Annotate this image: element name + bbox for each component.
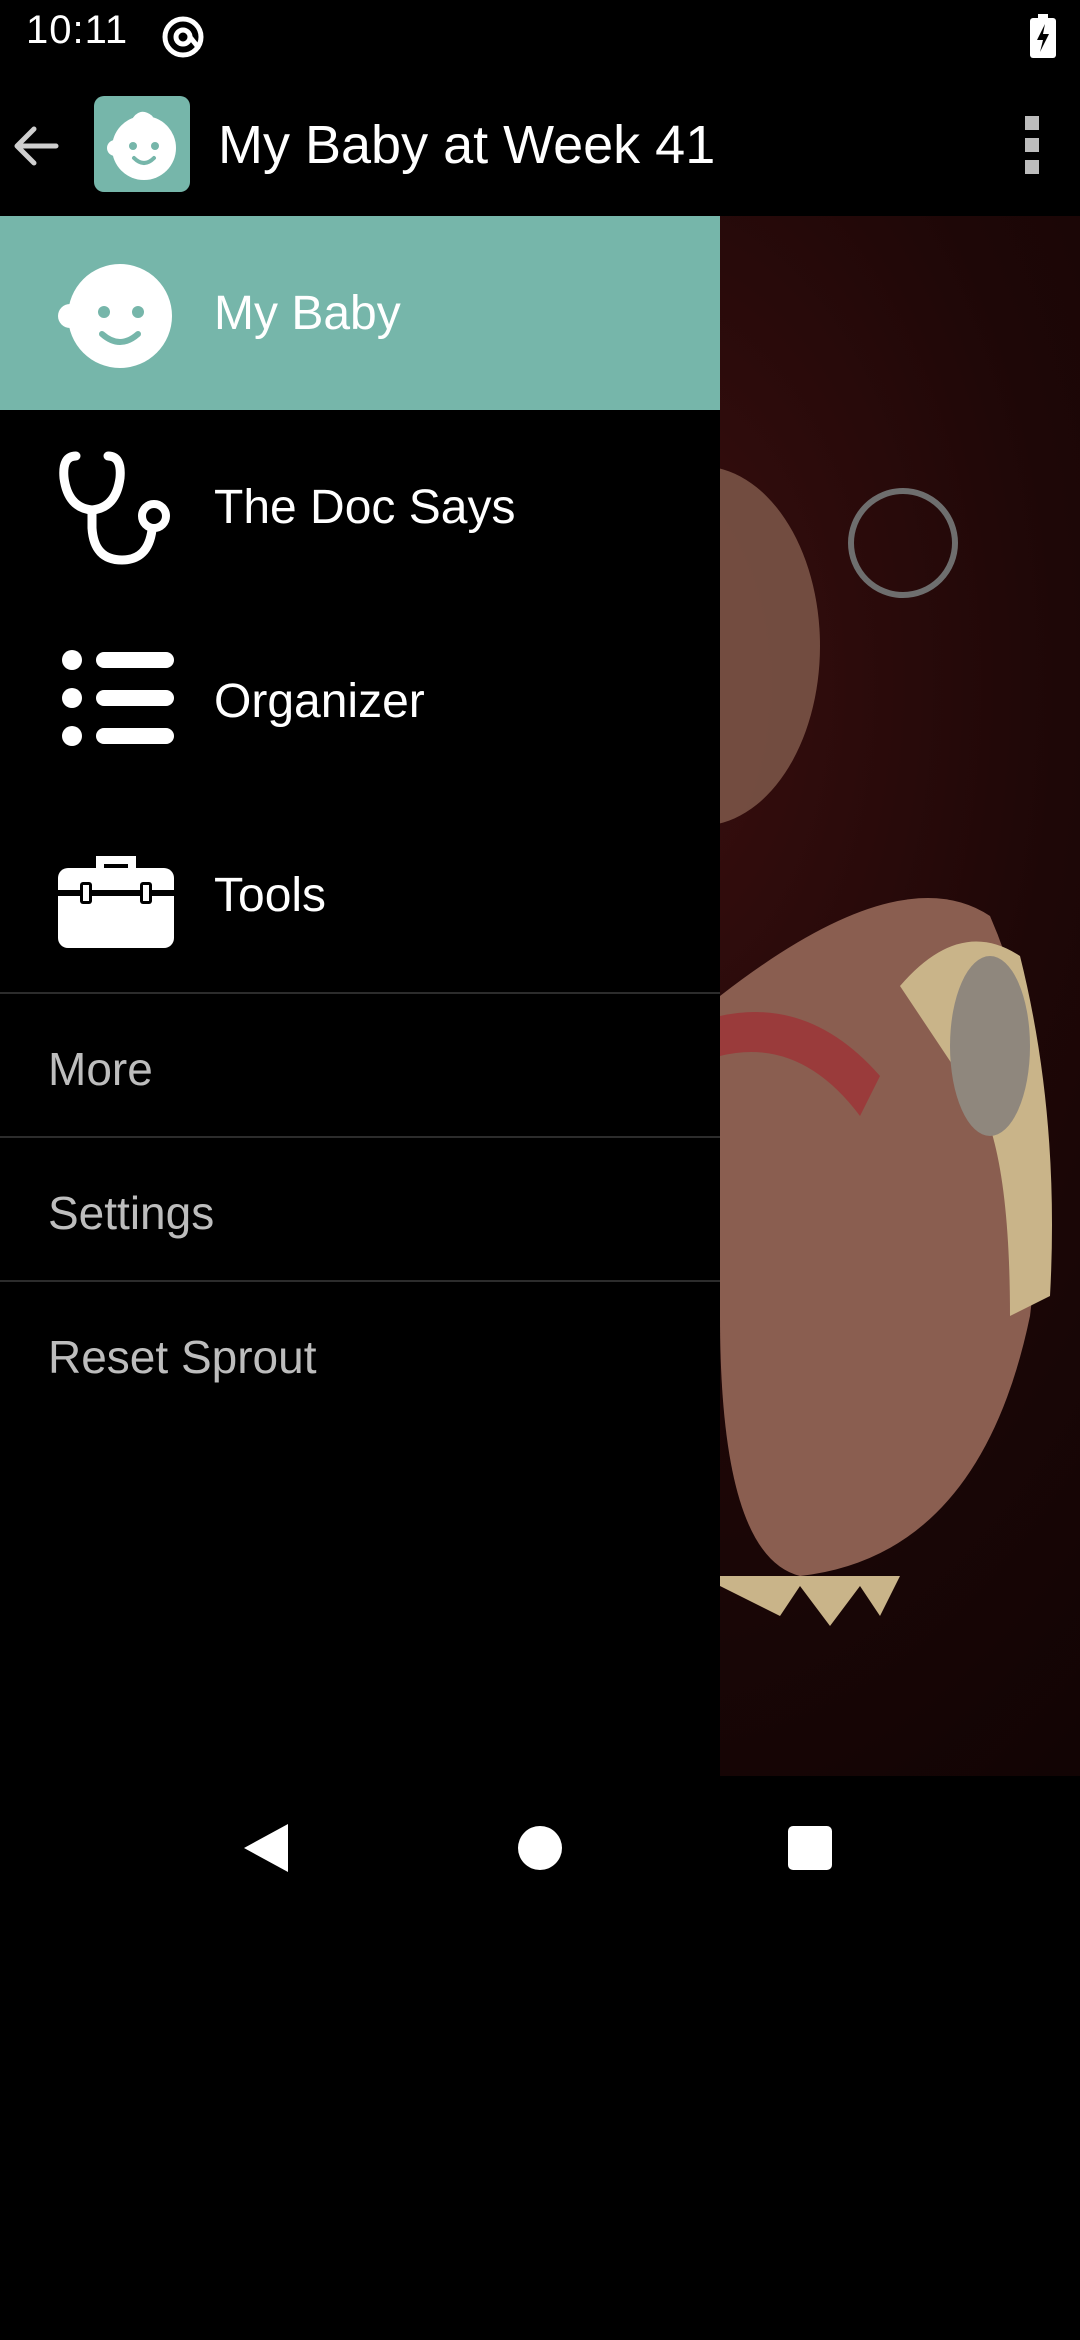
loading-spinner <box>848 488 958 598</box>
stethoscope-icon <box>59 451 170 565</box>
drawer-link-more[interactable]: More <box>0 994 720 1136</box>
drawer-item-label: Organizer <box>214 675 425 728</box>
drawer-link-label: Reset Sprout <box>48 1331 317 1383</box>
drawer-link-label: Settings <box>48 1187 215 1239</box>
more-vert-icon[interactable] <box>1012 110 1052 180</box>
drawer-item-label: The Doc Says <box>214 481 516 534</box>
drawer-item-the-doc-says[interactable]: The Doc Says <box>0 410 720 604</box>
drawer-item-tools[interactable]: Tools <box>0 798 720 992</box>
status-bar: 10:11 <box>0 0 1080 72</box>
nav-home-icon[interactable] <box>518 1826 562 1870</box>
app-bar: My Baby at Week 41 <box>0 72 1080 216</box>
baby-face-icon <box>58 264 172 368</box>
page-title: My Baby at Week 41 <box>218 115 716 175</box>
drawer-item-label: Tools <box>214 869 327 922</box>
app-logo <box>94 96 190 192</box>
list-icon <box>62 650 174 746</box>
drawer-link-settings[interactable]: Settings <box>0 1138 720 1280</box>
drawer-item-label: My Baby <box>214 287 401 340</box>
drawer-item-my-baby[interactable]: My Baby <box>0 216 720 410</box>
nav-back-icon[interactable] <box>240 1820 292 1876</box>
drawer-link-reset-sprout[interactable]: Reset Sprout <box>0 1282 720 1424</box>
status-time: 10:11 <box>26 8 129 52</box>
at-sign-icon <box>162 16 204 58</box>
baby-face-icon <box>107 111 176 180</box>
nav-recents-icon[interactable] <box>788 1826 832 1870</box>
toolbox-icon <box>58 856 174 948</box>
battery-charging-icon <box>1030 14 1056 58</box>
navigation-drawer: My Baby The Doc Says Organizer Tools Mor… <box>0 216 720 1776</box>
system-nav-bar <box>0 1776 1080 1920</box>
drawer-item-organizer[interactable]: Organizer <box>0 604 720 798</box>
drawer-link-label: More <box>48 1043 153 1095</box>
arrow-left-icon[interactable] <box>6 116 66 176</box>
